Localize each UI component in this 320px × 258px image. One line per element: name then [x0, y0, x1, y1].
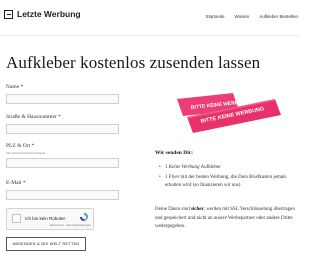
- page-title: Aufkleber kostenlos zusenden lassen: [6, 53, 261, 72]
- zip-city-label: PLZ & Ort *: [6, 143, 35, 149]
- name-label: Name *: [6, 84, 24, 90]
- sticker-promo-image: BITTE KEINE WERBUNG BITTE KEINE WERBUNG: [177, 93, 281, 133]
- street-field[interactable]: [6, 124, 119, 134]
- name-field[interactable]: [6, 94, 119, 104]
- main-nav: Startseite Wissen Aufkleber Bestellen: [205, 14, 298, 19]
- recaptcha-logo-icon: [80, 213, 88, 221]
- street-label: Straße & Hausnummer *: [6, 114, 61, 120]
- info-list: 1 Keine Werbung Aufkleber 1 Flyer mit de…: [156, 164, 296, 190]
- privacy-note: Deine Daten sind sicher, werden mit SSL …: [155, 207, 295, 230]
- nav-item-aufkleber-bestellen[interactable]: Aufkleber Bestellen: [259, 14, 298, 19]
- info-item-flyer: 1 Flyer mit der besten Werbung, die Dein…: [156, 174, 296, 190]
- email-field[interactable]: [6, 190, 119, 200]
- recaptcha-widget: Ich bin kein Roboter. Datenschutz - Nutz…: [6, 208, 94, 230]
- header-divider: [0, 35, 300, 36]
- zip-city-field[interactable]: [6, 158, 119, 168]
- nav-item-wissen[interactable]: Wissen: [234, 14, 249, 19]
- recaptcha-checkbox[interactable]: [12, 214, 21, 223]
- nav-item-startseite[interactable]: Startseite: [205, 14, 224, 19]
- site-logo[interactable]: Letzte Werbung: [4, 9, 81, 19]
- submit-button[interactable]: ABSENDEN & BIS WELT RETTEN: [6, 237, 86, 251]
- site-header: Letzte Werbung Startseite Wissen Aufkleb…: [0, 0, 300, 36]
- email-label: E-Mail *: [6, 180, 26, 186]
- logo-icon: [4, 9, 13, 19]
- recaptcha-label: Ich bin kein Roboter.: [25, 216, 67, 221]
- info-item-sticker: 1 Keine Werbung Aufkleber: [156, 164, 296, 172]
- sticker-name-emphasis: Keine Werbung: [168, 165, 200, 170]
- logo-text: Letzte Werbung: [17, 9, 81, 19]
- recaptcha-privacy-links[interactable]: Datenschutz - Nutzungsbedingungen: [50, 224, 91, 227]
- zip-city-hint: Nur innerhalb Deutschlands: [6, 151, 46, 155]
- info-title: Wir senden Dir:: [155, 150, 193, 156]
